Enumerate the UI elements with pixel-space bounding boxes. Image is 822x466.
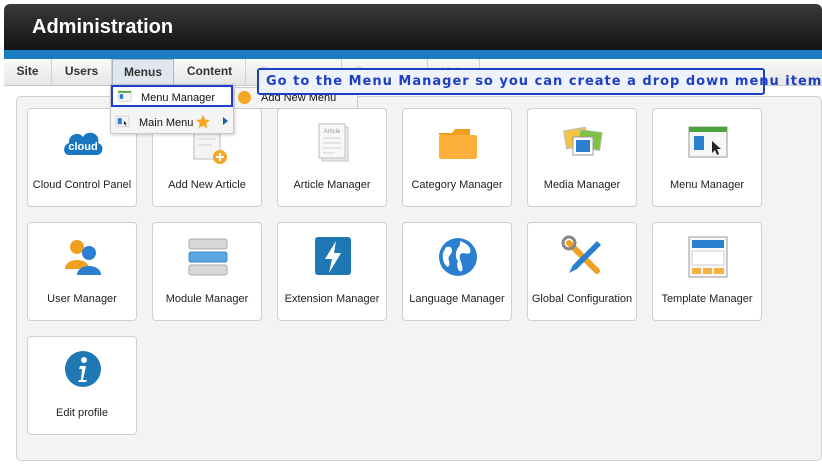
menus-dropdown: Menu Manager Main Menu: [110, 84, 234, 134]
template-icon: [688, 236, 728, 278]
tile-edit-profile[interactable]: Edit profile: [27, 336, 137, 435]
info-icon: [65, 351, 101, 387]
menu-users[interactable]: Users: [52, 59, 112, 85]
admin-header: Administration: [4, 4, 822, 52]
page-title: Administration: [32, 16, 174, 38]
tile-label: Menu Manager: [670, 179, 744, 191]
menu-manager-icon: [115, 115, 130, 127]
tile-label: User Manager: [47, 293, 117, 305]
tile-category-manager[interactable]: Category Manager: [402, 108, 512, 207]
tile-label: Article Manager: [293, 179, 371, 191]
tile-module-manager[interactable]: Module Manager: [152, 222, 262, 321]
header-accent-bar: [4, 50, 822, 59]
tile-label: Global Configuration: [531, 293, 633, 305]
cloud-icon-text: cloud: [68, 141, 97, 153]
globe-icon: [439, 238, 477, 276]
tile-label: Language Manager: [409, 293, 505, 305]
menu-menus[interactable]: Menus: [112, 59, 174, 85]
star-icon: [195, 114, 211, 129]
menu-site[interactable]: Site: [4, 59, 52, 85]
control-panel: cloud Cloud Control Panel Add New Articl…: [16, 96, 822, 461]
module-icon: [188, 238, 228, 276]
dropdown-item-menu-manager[interactable]: Menu Manager: [111, 85, 233, 107]
folder-icon: [439, 129, 477, 159]
tile-label: Template Manager: [661, 293, 753, 305]
menu-manager-icon: [688, 126, 728, 158]
menu-content[interactable]: Content: [174, 59, 246, 85]
tile-user-manager[interactable]: User Manager: [27, 222, 137, 321]
tile-label: Add New Article: [168, 179, 246, 191]
tile-article-manager[interactable]: Article Article Manager: [277, 108, 387, 207]
tile-label: Edit profile: [56, 407, 108, 419]
tile-language-manager[interactable]: Language Manager: [402, 222, 512, 321]
dropdown-item-label: Menu Manager: [141, 92, 215, 104]
tile-menu-manager[interactable]: Menu Manager: [652, 108, 762, 207]
menu-manager-icon: [117, 90, 132, 102]
article-icon-text: Article: [324, 129, 341, 135]
dropdown-item-main-menu[interactable]: Main Menu: [111, 112, 233, 134]
tile-label: Cloud Control Panel: [32, 179, 132, 191]
media-icon: [563, 126, 603, 156]
add-icon: [238, 91, 251, 104]
tile-label: Category Manager: [411, 179, 503, 191]
chevron-right-icon: [223, 117, 228, 125]
users-icon: [65, 240, 101, 275]
tools-icon: [561, 235, 601, 274]
tutorial-callout: Go to the Menu Manager so you can create…: [257, 68, 821, 95]
tile-label: Extension Manager: [284, 293, 380, 305]
tile-label: Media Manager: [543, 179, 621, 191]
tile-global-configuration[interactable]: Global Configuration: [527, 222, 637, 321]
tile-template-manager[interactable]: Template Manager: [652, 222, 762, 321]
tile-label: Module Manager: [165, 293, 249, 305]
cloud-icon: cloud: [64, 132, 103, 155]
extension-icon: [315, 237, 351, 275]
dropdown-item-label: Main Menu: [139, 117, 194, 129]
article-icon: Article: [318, 123, 349, 162]
tile-media-manager[interactable]: Media Manager: [527, 108, 637, 207]
tile-extension-manager[interactable]: Extension Manager: [277, 222, 387, 321]
